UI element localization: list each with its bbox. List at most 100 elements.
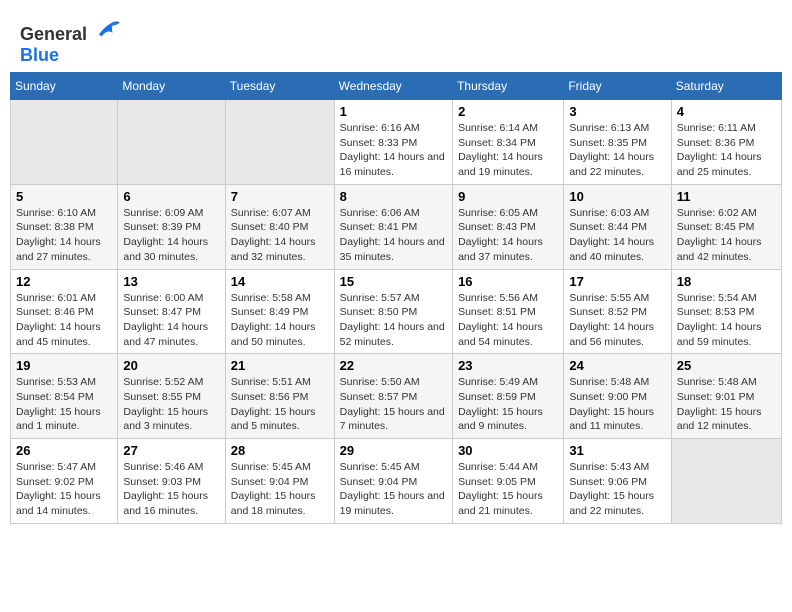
- day-info: Sunrise: 5:45 AMSunset: 9:04 PMDaylight:…: [340, 460, 447, 519]
- day-number: 2: [458, 104, 558, 119]
- day-info: Sunrise: 5:55 AMSunset: 8:52 PMDaylight:…: [569, 291, 665, 350]
- day-number: 8: [340, 189, 447, 204]
- day-number: 30: [458, 443, 558, 458]
- calendar-day-cell: 10 Sunrise: 6:03 AMSunset: 8:44 PMDayligh…: [564, 184, 671, 269]
- calendar-body: 1Sunrise: 6:16 AMSunset: 8:33 PMDaylight…: [11, 100, 782, 524]
- day-info: Sunrise: 5:48 AMSunset: 9:01 PMDaylight:…: [677, 375, 776, 434]
- day-number: 20: [123, 358, 219, 373]
- day-info: Sunrise: 6:14 AMSunset: 8:34 PMDaylight:…: [458, 121, 558, 180]
- day-info: Sunrise: 5:51 AMSunset: 8:56 PMDaylight:…: [231, 375, 329, 434]
- calendar-day-cell: 20 Sunrise: 5:52 AMSunset: 8:55 PMDayligh…: [118, 354, 225, 439]
- calendar-day-cell: 14 Sunrise: 5:58 AMSunset: 8:49 PMDayligh…: [225, 269, 334, 354]
- day-number: 18: [677, 274, 776, 289]
- day-info: Sunrise: 6:00 AMSunset: 8:47 PMDaylight:…: [123, 291, 219, 350]
- calendar-day-cell: 9Sunrise: 6:05 AMSunset: 8:43 PMDaylight…: [453, 184, 564, 269]
- day-number: 9: [458, 189, 558, 204]
- calendar-header: General Blue: [10, 10, 782, 72]
- weekday-header-cell: Thursday: [453, 73, 564, 100]
- calendar-day-cell: 16 Sunrise: 5:56 AMSunset: 8:51 PMDayligh…: [453, 269, 564, 354]
- day-number: 29: [340, 443, 447, 458]
- calendar-day-cell: 1Sunrise: 6:16 AMSunset: 8:33 PMDaylight…: [334, 100, 452, 185]
- day-info: Sunrise: 6:13 AMSunset: 8:35 PMDaylight:…: [569, 121, 665, 180]
- calendar-day-cell: 19 Sunrise: 5:53 AMSunset: 8:54 PMDayligh…: [11, 354, 118, 439]
- calendar-day-cell: 18 Sunrise: 5:54 AMSunset: 8:53 PMDayligh…: [671, 269, 781, 354]
- calendar-day-cell: 11 Sunrise: 6:02 AMSunset: 8:45 PMDayligh…: [671, 184, 781, 269]
- weekday-header-cell: Friday: [564, 73, 671, 100]
- calendar-week-row: 5 Sunrise: 6:10 AMSunset: 8:38 PMDaylight…: [11, 184, 782, 269]
- calendar-day-cell: 5 Sunrise: 6:10 AMSunset: 8:38 PMDaylight…: [11, 184, 118, 269]
- weekday-header-cell: Monday: [118, 73, 225, 100]
- day-number: 12: [16, 274, 112, 289]
- day-number: 21: [231, 358, 329, 373]
- day-info: Sunrise: 6:11 AMSunset: 8:36 PMDaylight:…: [677, 121, 776, 180]
- day-info: Sunrise: 5:46 AMSunset: 9:03 PMDaylight:…: [123, 460, 219, 519]
- logo-bird-icon: [94, 18, 122, 40]
- day-info: Sunrise: 6:02 AMSunset: 8:45 PMDaylight:…: [677, 206, 776, 265]
- day-info: Sunrise: 6:01 AMSunset: 8:46 PMDaylight:…: [16, 291, 112, 350]
- calendar-day-cell: 28Sunrise: 5:45 AMSunset: 9:04 PMDayligh…: [225, 439, 334, 524]
- day-number: 4: [677, 104, 776, 119]
- day-number: 17: [569, 274, 665, 289]
- day-info: Sunrise: 6:09 AMSunset: 8:39 PMDaylight:…: [123, 206, 219, 265]
- day-number: 11: [677, 189, 776, 204]
- day-number: 10: [569, 189, 665, 204]
- calendar-day-cell: 31Sunrise: 5:43 AMSunset: 9:06 PMDayligh…: [564, 439, 671, 524]
- day-info: Sunrise: 6:07 AMSunset: 8:40 PMDaylight:…: [231, 206, 329, 265]
- day-info: Sunrise: 5:53 AMSunset: 8:54 PMDaylight:…: [16, 375, 112, 434]
- calendar-day-cell: 13 Sunrise: 6:00 AMSunset: 8:47 PMDayligh…: [118, 269, 225, 354]
- logo-wordmark: General Blue: [20, 18, 122, 66]
- calendar-day-cell: [225, 100, 334, 185]
- calendar-day-cell: [118, 100, 225, 185]
- calendar-day-cell: 25 Sunrise: 5:48 AMSunset: 9:01 PMDayligh…: [671, 354, 781, 439]
- day-info: Sunrise: 5:58 AMSunset: 8:49 PMDaylight:…: [231, 291, 329, 350]
- day-number: 19: [16, 358, 112, 373]
- calendar-week-row: 12 Sunrise: 6:01 AMSunset: 8:46 PMDayligh…: [11, 269, 782, 354]
- calendar-day-cell: 12 Sunrise: 6:01 AMSunset: 8:46 PMDayligh…: [11, 269, 118, 354]
- calendar-week-row: 1Sunrise: 6:16 AMSunset: 8:33 PMDaylight…: [11, 100, 782, 185]
- day-info: Sunrise: 6:10 AMSunset: 8:38 PMDaylight:…: [16, 206, 112, 265]
- logo-blue-text: Blue: [20, 45, 59, 65]
- day-info: Sunrise: 5:49 AMSunset: 8:59 PMDaylight:…: [458, 375, 558, 434]
- day-info: Sunrise: 5:54 AMSunset: 8:53 PMDaylight:…: [677, 291, 776, 350]
- calendar-day-cell: [11, 100, 118, 185]
- day-number: 16: [458, 274, 558, 289]
- day-number: 22: [340, 358, 447, 373]
- calendar-day-cell: 26Sunrise: 5:47 AMSunset: 9:02 PMDayligh…: [11, 439, 118, 524]
- day-number: 13: [123, 274, 219, 289]
- calendar-day-cell: 15 Sunrise: 5:57 AMSunset: 8:50 PMDayligh…: [334, 269, 452, 354]
- calendar-day-cell: 17 Sunrise: 5:55 AMSunset: 8:52 PMDayligh…: [564, 269, 671, 354]
- day-info: Sunrise: 5:52 AMSunset: 8:55 PMDaylight:…: [123, 375, 219, 434]
- day-info: Sunrise: 6:16 AMSunset: 8:33 PMDaylight:…: [340, 121, 447, 180]
- day-number: 27: [123, 443, 219, 458]
- calendar-week-row: 19 Sunrise: 5:53 AMSunset: 8:54 PMDayligh…: [11, 354, 782, 439]
- day-info: Sunrise: 5:50 AMSunset: 8:57 PMDaylight:…: [340, 375, 447, 434]
- weekday-header-cell: Saturday: [671, 73, 781, 100]
- calendar-day-cell: 7Sunrise: 6:07 AMSunset: 8:40 PMDaylight…: [225, 184, 334, 269]
- calendar-day-cell: 8 Sunrise: 6:06 AMSunset: 8:41 PMDaylight…: [334, 184, 452, 269]
- calendar-table: SundayMondayTuesdayWednesdayThursdayFrid…: [10, 72, 782, 524]
- day-info: Sunrise: 5:45 AMSunset: 9:04 PMDaylight:…: [231, 460, 329, 519]
- weekday-header-row: SundayMondayTuesdayWednesdayThursdayFrid…: [11, 73, 782, 100]
- day-info: Sunrise: 5:56 AMSunset: 8:51 PMDaylight:…: [458, 291, 558, 350]
- calendar-day-cell: [671, 439, 781, 524]
- day-number: 14: [231, 274, 329, 289]
- calendar-day-cell: 23 Sunrise: 5:49 AMSunset: 8:59 PMDayligh…: [453, 354, 564, 439]
- logo-general-text: General: [20, 24, 87, 44]
- day-number: 15: [340, 274, 447, 289]
- day-number: 25: [677, 358, 776, 373]
- calendar-day-cell: 22 Sunrise: 5:50 AMSunset: 8:57 PMDayligh…: [334, 354, 452, 439]
- calendar-day-cell: 6Sunrise: 6:09 AMSunset: 8:39 PMDaylight…: [118, 184, 225, 269]
- day-info: Sunrise: 5:57 AMSunset: 8:50 PMDaylight:…: [340, 291, 447, 350]
- day-number: 5: [16, 189, 112, 204]
- day-info: Sunrise: 6:03 AMSunset: 8:44 PMDaylight:…: [569, 206, 665, 265]
- calendar-day-cell: 2 Sunrise: 6:14 AMSunset: 8:34 PMDaylight…: [453, 100, 564, 185]
- day-info: Sunrise: 5:44 AMSunset: 9:05 PMDaylight:…: [458, 460, 558, 519]
- day-number: 23: [458, 358, 558, 373]
- day-info: Sunrise: 5:43 AMSunset: 9:06 PMDaylight:…: [569, 460, 665, 519]
- calendar-day-cell: 21 Sunrise: 5:51 AMSunset: 8:56 PMDayligh…: [225, 354, 334, 439]
- day-number: 26: [16, 443, 112, 458]
- day-info: Sunrise: 6:06 AMSunset: 8:41 PMDaylight:…: [340, 206, 447, 265]
- logo: General Blue: [20, 18, 122, 66]
- calendar-day-cell: 24Sunrise: 5:48 AMSunset: 9:00 PMDayligh…: [564, 354, 671, 439]
- calendar-day-cell: 3Sunrise: 6:13 AMSunset: 8:35 PMDaylight…: [564, 100, 671, 185]
